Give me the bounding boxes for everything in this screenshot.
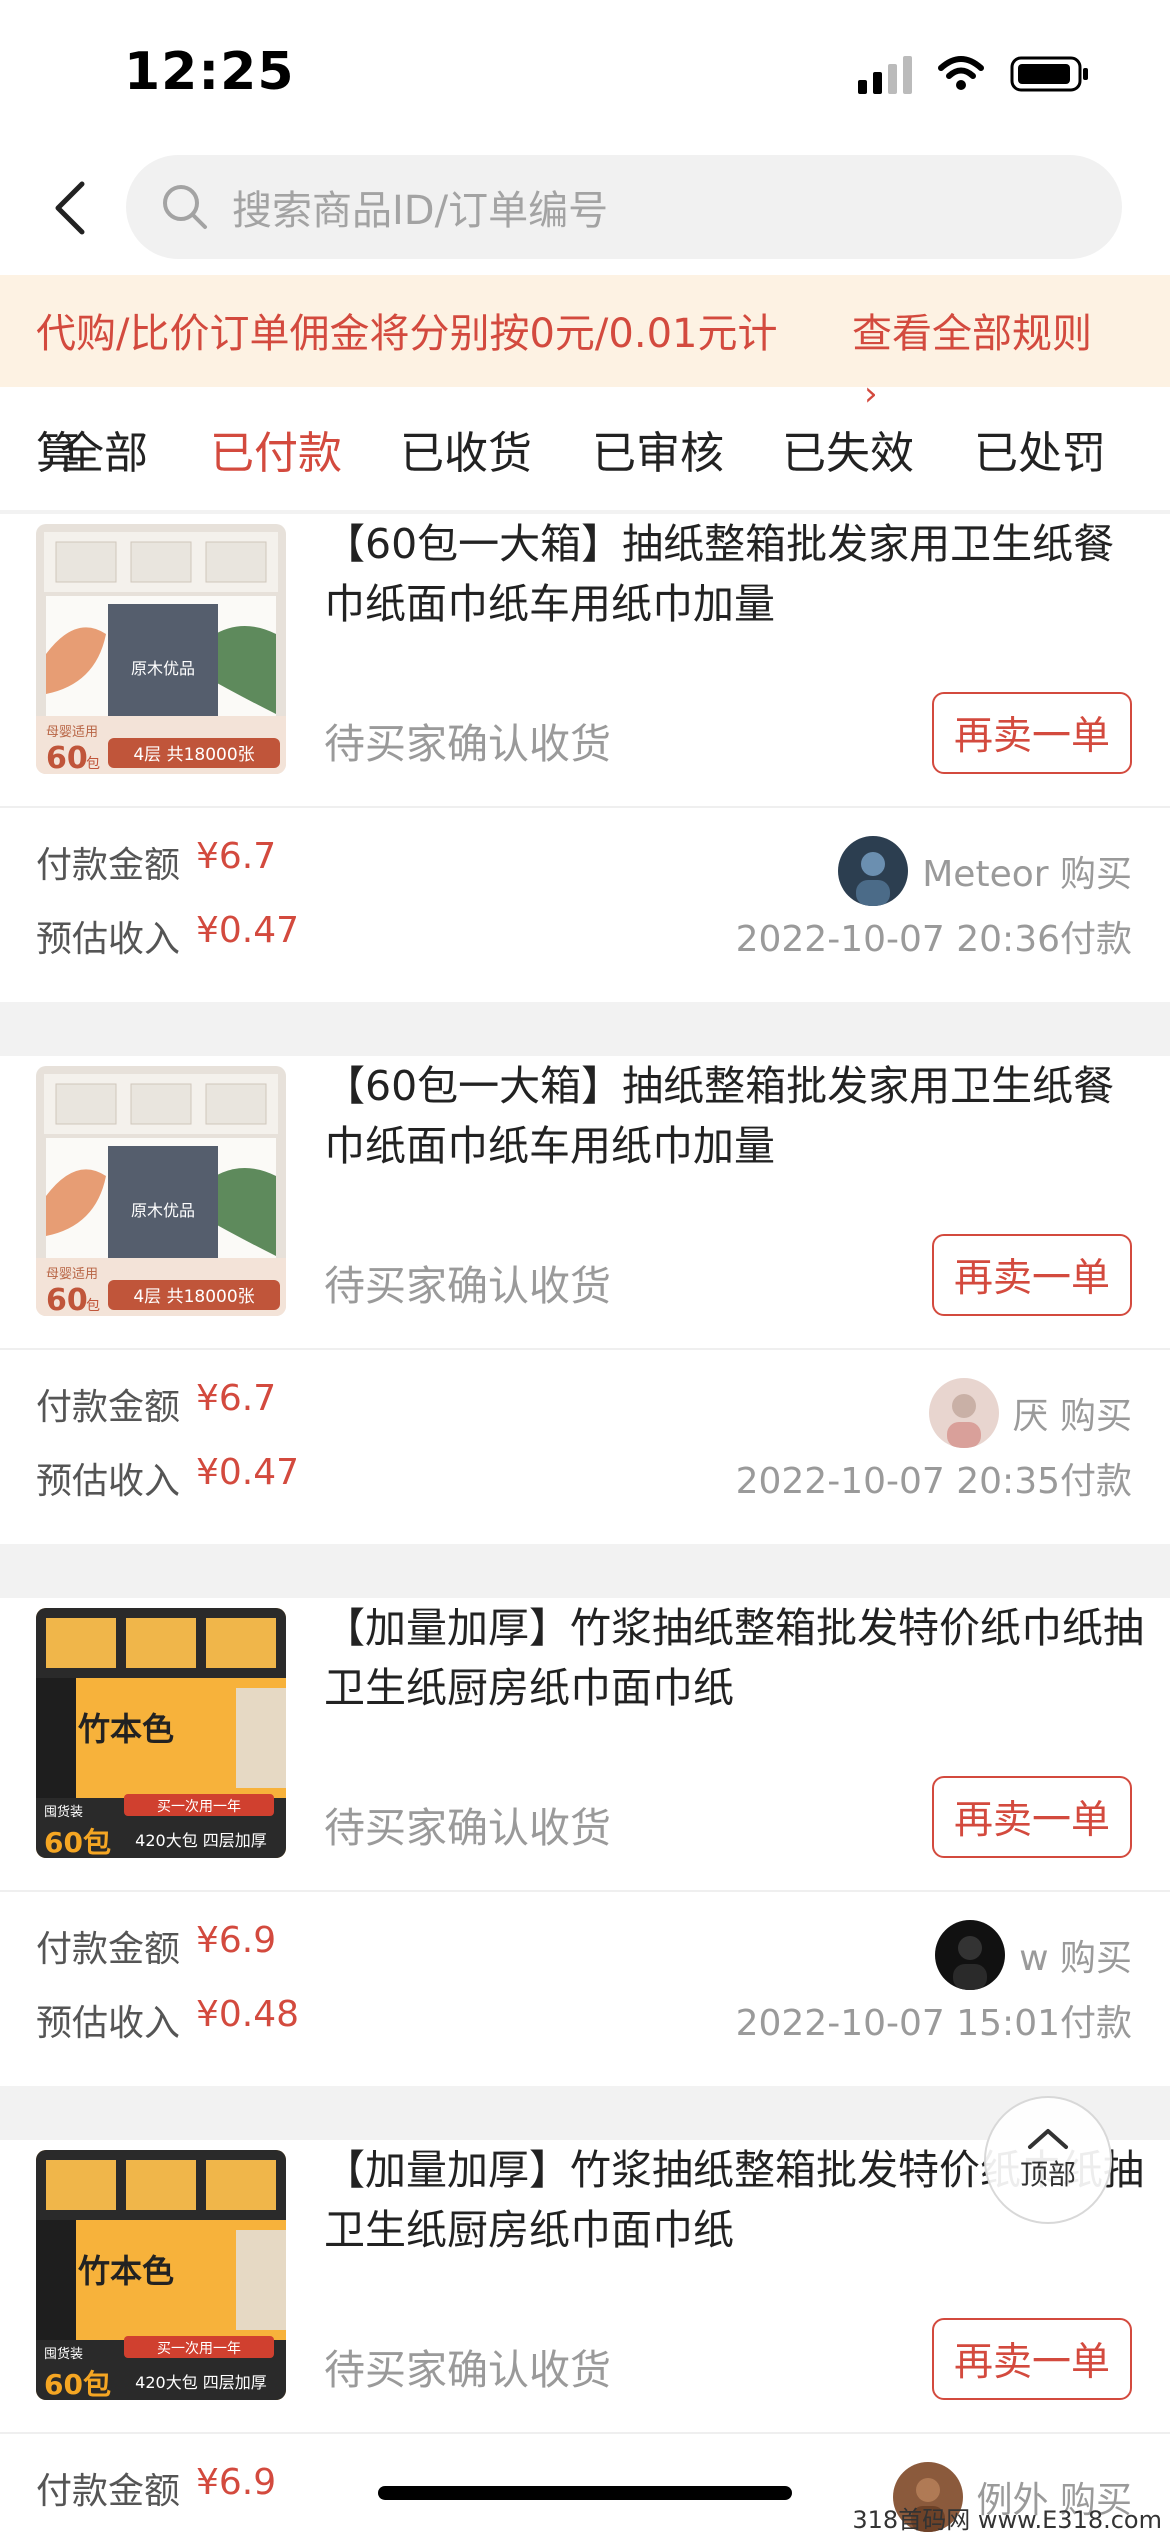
card-divider [0, 1348, 1170, 1350]
pay-time: 2022-10-07 15:01付款 [735, 2003, 1132, 2044]
tab-reviewed[interactable]: 已审核 [592, 417, 724, 481]
thumb-brand: 原木优品 [131, 1201, 195, 1220]
rebuy-button[interactable]: 再卖一单 [932, 2318, 1132, 2400]
cellular-signal-icon [858, 54, 912, 94]
rebuy-button[interactable]: 再卖一单 [932, 692, 1132, 774]
pay-amount-value: ¥6.7 [196, 836, 277, 877]
thumb-brand: 竹本色 [78, 2252, 174, 2290]
thumb-brand: 竹本色 [78, 1710, 174, 1748]
thumb-caption: 4层 共18000张 [133, 745, 254, 765]
est-income-label: 预估收入 [36, 2003, 181, 2044]
search-icon [163, 185, 207, 229]
status-bar: 12:25 [0, 0, 1170, 150]
pay-amount-label: 付款金额 [36, 1929, 181, 1970]
chevron-up-icon [1028, 2129, 1068, 2149]
home-indicator [378, 2486, 792, 2500]
buyer-name: w 购买 [1019, 1938, 1132, 1979]
thumb-badge: 60 [46, 741, 88, 774]
commission-notice: 代购/比价订单佣金将分别按0元/0.01元计 查看全部规则 [0, 275, 1170, 387]
thumb-badge-unit: 包 [86, 1298, 100, 1314]
product-title[interactable]: 【加量加厚】竹浆抽纸整箱批发特价纸巾纸抽卫生纸厨房纸巾面巾纸 [324, 1598, 1144, 1718]
thumb-badge: 60包 [44, 2368, 111, 2400]
pay-amount-label: 付款金额 [36, 845, 181, 886]
order-status: 待买家确认收货 [324, 2346, 611, 2394]
card-divider [0, 806, 1170, 808]
wifi-icon [938, 56, 984, 90]
pay-time: 2022-10-07 20:36付款 [735, 919, 1132, 960]
order-status: 待买家确认收货 [324, 1804, 611, 1852]
tab-penalized[interactable]: 已处罚 [974, 417, 1106, 481]
avatar [928, 1378, 999, 1448]
pay-time: 2022-10-07 20:35付款 [735, 1461, 1132, 1502]
order-status: 待买家确认收货 [324, 720, 611, 768]
pay-amount-label: 付款金额 [36, 1387, 181, 1428]
thumb-caption: 420大包 四层加厚 [135, 2373, 267, 2392]
back-button[interactable] [40, 178, 100, 238]
thumb-badge: 60包 [44, 1826, 111, 1858]
card-divider [0, 1890, 1170, 1892]
status-icons [858, 54, 1090, 94]
thumb-badge: 60 [46, 1283, 88, 1316]
header: 搜索商品ID/订单编号 [0, 150, 1170, 275]
rebuy-button[interactable]: 再卖一单 [932, 1234, 1132, 1316]
tab-paid[interactable]: 已付款 [210, 417, 342, 481]
est-income-label: 预估收入 [36, 1461, 181, 1502]
scroll-to-top-label: 顶部 [1019, 2158, 1076, 2191]
tab-received[interactable]: 已收货 [400, 417, 532, 481]
thumb-brand: 原木优品 [131, 659, 195, 678]
order-card[interactable]: 原木优品 母婴适用 60 包 4层 共18000张 【60包一大箱】抽纸整箱批发… [0, 514, 1170, 1002]
thumb-sub: 买一次用一年 [157, 2341, 241, 2357]
order-card[interactable]: 竹本色 囤货装 60包 买一次用一年 420大包 四层加厚 【加量加厚】竹浆抽纸… [0, 2140, 1170, 2532]
buyer-name: Meteor 购买 [922, 854, 1132, 895]
view-rules-link[interactable]: 查看全部规则 [852, 301, 1092, 359]
rebuy-button[interactable]: 再卖一单 [932, 1776, 1132, 1858]
tab-expired[interactable]: 已失效 [782, 417, 914, 481]
buyer-info: Meteor 购买 [838, 836, 1132, 906]
product-thumbnail[interactable]: 原木优品 母婴适用 60 包 4层 共18000张 [36, 524, 286, 774]
chevron-left-icon [55, 181, 85, 235]
product-thumbnail[interactable]: 竹本色 囤货装 60包 买一次用一年 420大包 四层加厚 [36, 2150, 286, 2400]
product-thumbnail[interactable]: 原木优品 母婴适用 60 包 4层 共18000张 [36, 1066, 286, 1316]
pay-amount-value: ¥6.9 [196, 1920, 277, 1961]
scroll-to-top-button[interactable]: 顶部 [984, 2096, 1112, 2224]
watermark: 318首码网 www.E318.com [852, 2506, 1162, 2532]
orders-page: 12:25 搜索商品ID/订单编号 代购/比价订单佣金将分别按0元/0.01元计… [0, 0, 1170, 2532]
product-title[interactable]: 【60包一大箱】抽纸整箱批发家用卫生纸餐巾纸面巾纸车用纸巾加量 [324, 1056, 1144, 1176]
thumb-top: 母婴适用 [46, 1267, 98, 1282]
thumb-sub: 买一次用一年 [157, 1799, 241, 1815]
thumb-caption: 420大包 四层加厚 [135, 1831, 267, 1850]
chevron-right-icon[interactable]: › [864, 374, 878, 414]
search-placeholder: 搜索商品ID/订单编号 [232, 188, 609, 234]
notice-text: 代购/比价订单佣金将分别按0元/0.01元计 [36, 311, 778, 357]
est-income-label: 预估收入 [36, 919, 181, 960]
avatar [838, 836, 909, 906]
avatar [935, 1920, 1006, 1990]
pay-amount-value: ¥6.7 [196, 1378, 277, 1419]
order-tabs: 算 全部 已付款 已收货 已审核 已失效 已处罚 [0, 387, 1170, 510]
card-divider [0, 2432, 1170, 2434]
thumb-caption: 4层 共18000张 [133, 1287, 254, 1307]
thumb-badge-unit: 包 [86, 756, 100, 772]
product-title[interactable]: 【60包一大箱】抽纸整箱批发家用卫生纸餐巾纸面巾纸车用纸巾加量 [324, 514, 1144, 634]
order-card[interactable]: 竹本色 囤货装 60包 买一次用一年 420大包 四层加厚 【加量加厚】竹浆抽纸… [0, 1598, 1170, 2086]
buyer-info: 厌 购买 [928, 1378, 1132, 1448]
buyer-name: 厌 购买 [1012, 1396, 1132, 1437]
est-income-value: ¥0.48 [196, 1994, 300, 2035]
order-status: 待买家确认收货 [324, 1262, 611, 1310]
thumb-top: 母婴适用 [46, 725, 98, 740]
battery-icon [1010, 56, 1088, 92]
search-input[interactable]: 搜索商品ID/订单编号 [126, 155, 1122, 259]
tab-all[interactable]: 全部 [60, 417, 148, 481]
thumb-top: 囤货装 [44, 2346, 83, 2362]
thumb-top: 囤货装 [44, 1804, 83, 1820]
buyer-info: w 购买 [935, 1920, 1132, 1990]
est-income-value: ¥0.47 [196, 910, 300, 951]
est-income-value: ¥0.47 [196, 1452, 300, 1493]
order-card[interactable]: 原木优品 母婴适用 60 包 4层 共18000张 【60包一大箱】抽纸整箱批发… [0, 1056, 1170, 1544]
status-time: 12:25 [124, 42, 295, 102]
pay-amount-value: ¥6.9 [196, 2462, 277, 2503]
product-thumbnail[interactable]: 竹本色 囤货装 60包 买一次用一年 420大包 四层加厚 [36, 1608, 286, 1858]
pay-amount-label: 付款金额 [36, 2471, 181, 2512]
